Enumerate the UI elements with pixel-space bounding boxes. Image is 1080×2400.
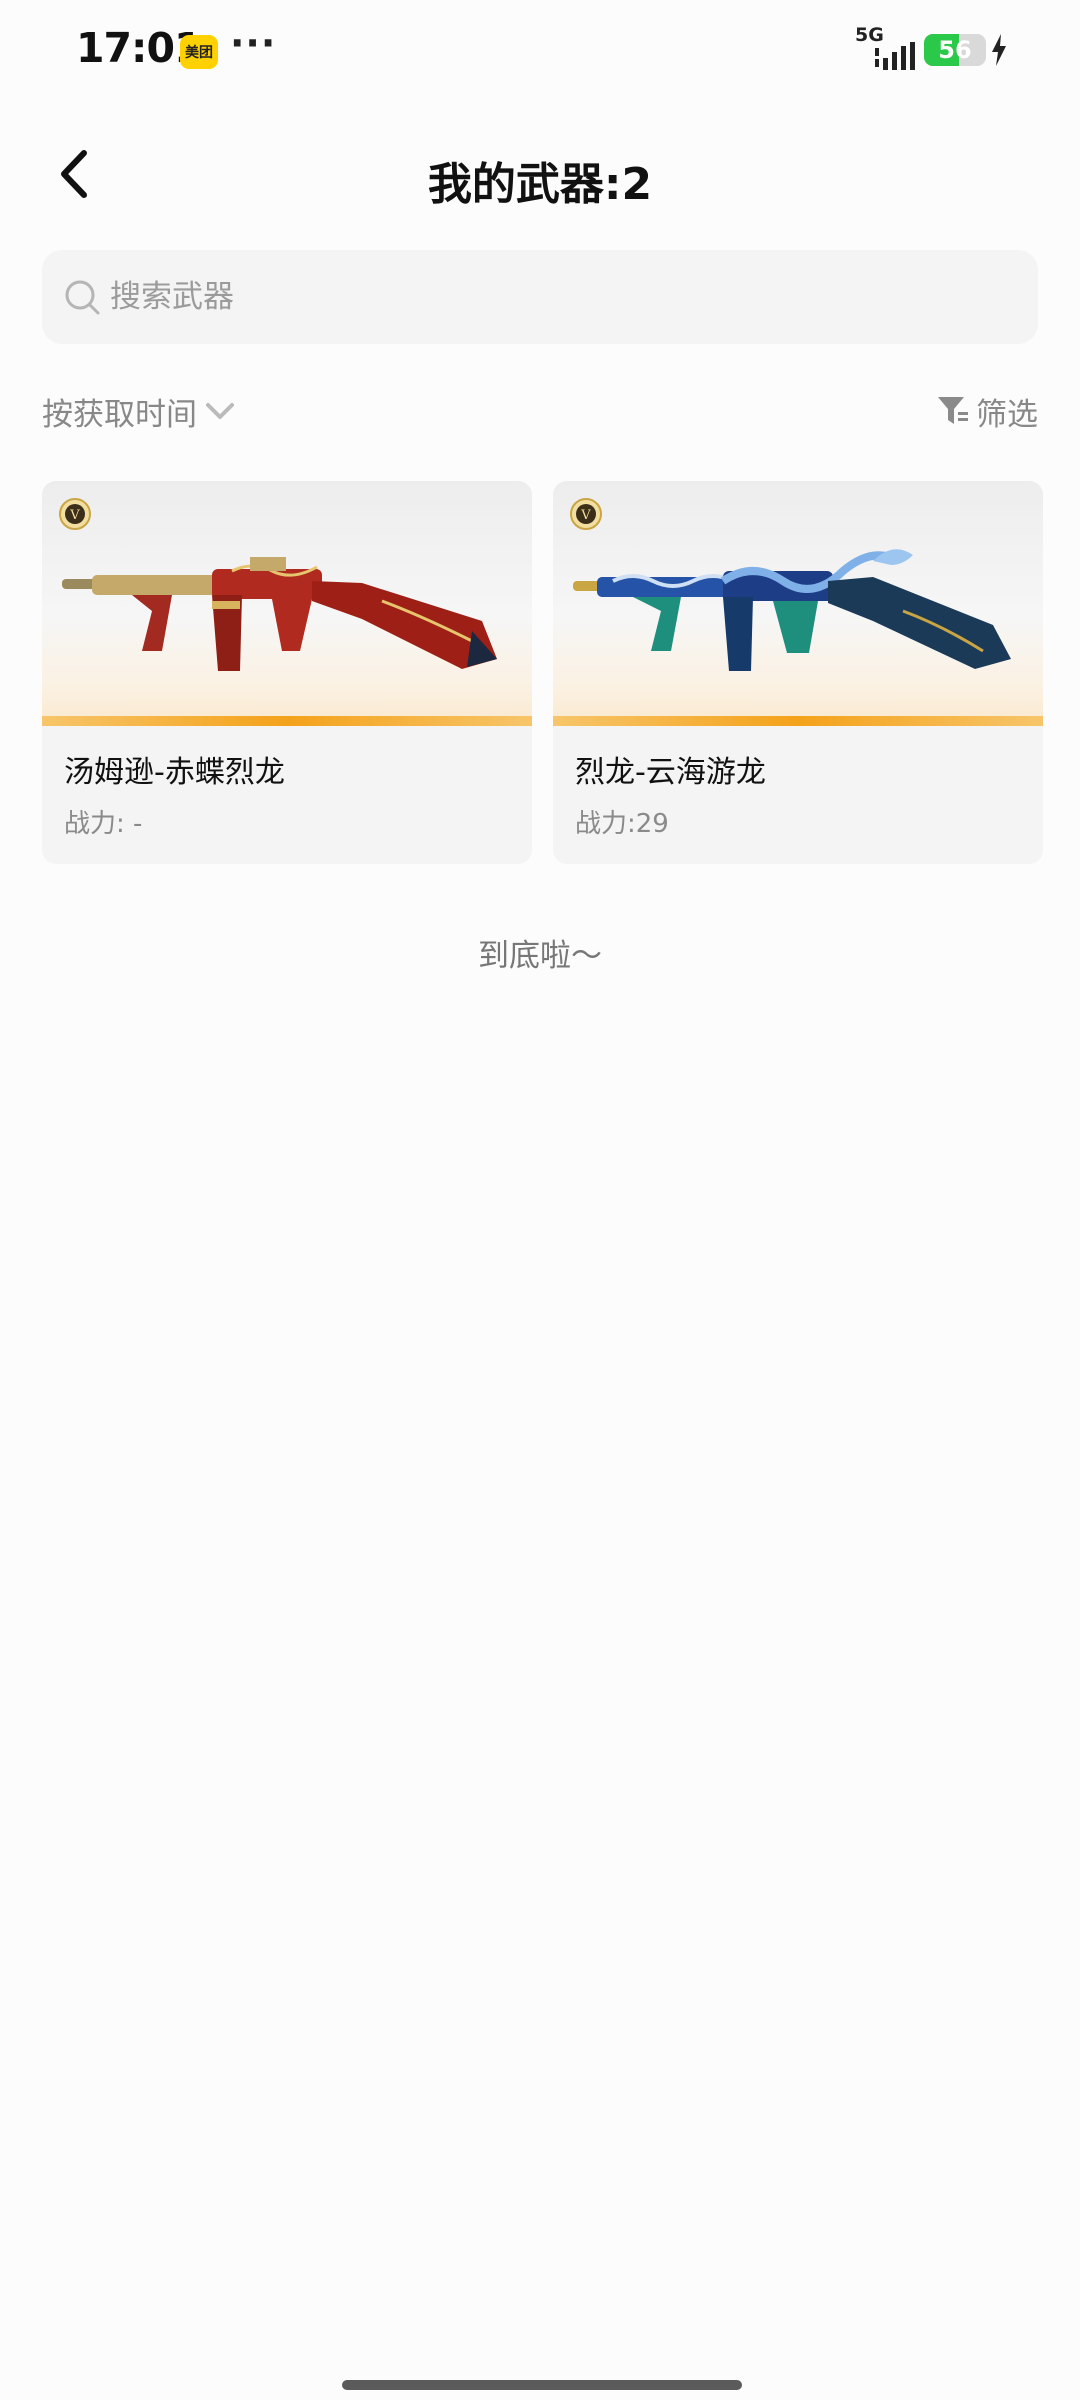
rank-v-icon: V [570, 498, 602, 530]
search-bar[interactable] [42, 250, 1038, 344]
home-indicator[interactable] [342, 2380, 742, 2390]
rank-v-icon: V [59, 498, 91, 530]
more-notifications-icon: ··· [230, 21, 277, 65]
battery-icon: 56 [924, 34, 986, 66]
end-of-list-text: 到底啦～ [478, 938, 602, 974]
svg-text:V: V [580, 508, 591, 523]
weapon-power: 战力:29 [575, 809, 669, 839]
weapon-thompson-dragon-icon [573, 549, 1011, 671]
page-title: 我的武器:2 [427, 159, 653, 210]
weapon-name: 汤姆逊-赤蝶烈龙 [64, 755, 285, 790]
weapon-image: V [42, 481, 532, 726]
sort-label: 按获取时间 [42, 396, 197, 433]
weapon-card[interactable]: V 烈龙-云海游龙 战力:29 [553, 481, 1043, 864]
weapon-image: V [553, 481, 1043, 726]
search-icon [65, 280, 100, 315]
signal-icon: 5G [855, 24, 915, 70]
weapon-name: 烈龙-云海游龙 [575, 755, 766, 790]
filter-icon [938, 397, 968, 424]
filter-label: 筛选 [976, 396, 1038, 433]
status-bar: 17:01 美团 ··· 5G 56 [0, 0, 1080, 100]
weapon-card[interactable]: V 汤姆逊-赤蝶烈龙 战力: - [42, 481, 532, 864]
battery-level: 56 [938, 36, 972, 64]
weapon-power: 战力: - [64, 809, 143, 839]
charging-icon [992, 34, 1006, 66]
rarity-stripe [553, 716, 1043, 726]
weapon-thompson-red-icon [62, 557, 497, 671]
sort-dropdown[interactable]: 按获取时间 [42, 388, 235, 434]
search-input[interactable] [110, 279, 990, 315]
meituan-app-icon: 美团 [180, 35, 218, 69]
chevron-down-icon [206, 403, 234, 419]
screen: { "status_bar": { "time": "17:01", "app_… [0, 0, 1080, 2400]
rarity-stripe [42, 716, 532, 726]
filter-button[interactable]: 筛选 [936, 388, 1038, 434]
svg-text:V: V [69, 508, 80, 523]
